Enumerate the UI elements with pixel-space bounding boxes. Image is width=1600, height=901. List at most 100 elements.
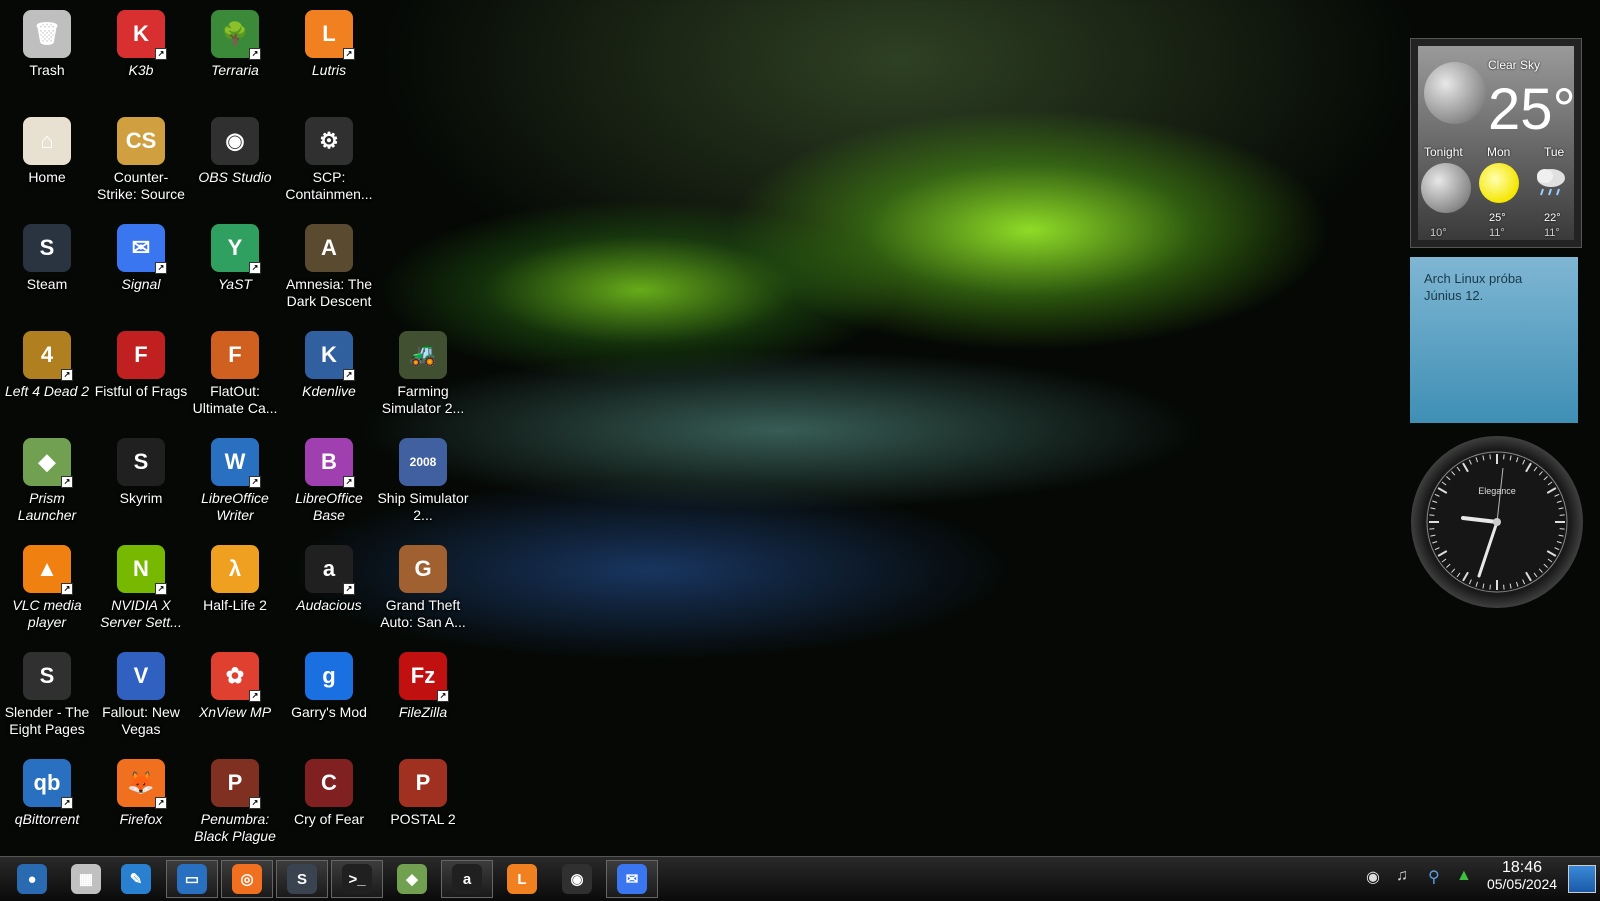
weather-widget[interactable]: Clear Sky 25° Tonight Mon Tue 25° 22° 10… <box>1410 38 1582 248</box>
desktop-icon-amnesia-the-dark-descent[interactable]: A Amnesia: The Dark Descent <box>282 224 376 310</box>
obs-studio-icon: ◉ <box>562 864 592 894</box>
desktop-icon-filezilla[interactable]: Fz ↗ FileZilla <box>376 652 470 721</box>
desktop-icon-label: Firefox <box>119 811 163 827</box>
desktop-icon-left-4-dead-2[interactable]: 4 ↗ Left 4 Dead 2 <box>0 331 94 400</box>
desktop-icon-qbittorrent[interactable]: qb ↗ qBittorrent <box>0 759 94 828</box>
shortcut-arrow-icon: ↗ <box>249 262 261 274</box>
firefox-icon: ◎ <box>232 864 262 894</box>
taskbar-app-firefox[interactable]: ◎ <box>221 860 273 898</box>
app-icon: a ↗ <box>305 545 355 595</box>
desktop-icon-postal-2[interactable]: P POSTAL 2 <box>376 759 470 828</box>
desktop-icon-trash[interactable]: 🗑 Trash <box>0 10 94 79</box>
app-icon: qb ↗ <box>23 759 73 809</box>
taskbar-app-signal[interactable]: ✉ <box>606 860 658 898</box>
sticky-note-widget[interactable]: Arch Linux próba Június 12. <box>1410 257 1578 423</box>
forecast-low-mon: 11° <box>1489 227 1505 239</box>
desktop-icon-libreoffice-base[interactable]: B ↗ LibreOffice Base <box>282 438 376 524</box>
desktop-icon-yast[interactable]: Y ↗ YaST <box>188 224 282 293</box>
desktop-icon-label: Left 4 Dead 2 <box>4 383 90 399</box>
taskbar-app-app-grid[interactable]: ▦ <box>60 860 112 898</box>
desktop-icon-vlc-media-player[interactable]: ▲ ↗ VLC media player <box>0 545 94 631</box>
desktop-icon-skyrim[interactable]: S Skyrim <box>94 438 188 507</box>
desktop-icon-terraria[interactable]: 🌳 ↗ Terraria <box>188 10 282 79</box>
desktop-icon-prism-launcher[interactable]: ◆ ↗ Prism Launcher <box>0 438 94 524</box>
analog-clock-widget[interactable]: Elegance <box>1411 436 1583 608</box>
desktop-icon-kdenlive[interactable]: K ↗ Kdenlive <box>282 331 376 400</box>
taskbar-app-application-launcher[interactable]: ● <box>6 860 58 898</box>
taskbar-app-steam[interactable]: S <box>276 860 328 898</box>
desktop-icon-counter-strike-source[interactable]: CS Counter-Strike: Source <box>94 117 188 203</box>
taskbar-app-obs-studio[interactable]: ◉ <box>551 860 603 898</box>
desktop-icon-label: Cry of Fear <box>293 811 364 827</box>
notes-app-icon: ✎ <box>121 864 151 894</box>
clock-tick <box>1559 514 1565 516</box>
desktop-icon-label: LibreOffice Writer <box>201 490 269 523</box>
taskbar: ● ▦ ✎ ▭ ◎ S >_ ◆ a L ◉ ✉ ◉ ♫ ⚲ ▲ 18:46 05/05/2024 <box>0 856 1600 901</box>
shortcut-arrow-icon: ↗ <box>249 476 261 488</box>
app-icon: ▲ ↗ <box>23 545 73 595</box>
desktop-icon-fallout-new-vegas[interactable]: V Fallout: New Vegas <box>94 652 188 738</box>
taskbar-app-notes-app[interactable]: ✎ <box>110 860 162 898</box>
app-icon: G <box>399 545 447 593</box>
taskbar-clock[interactable]: 18:46 05/05/2024 <box>1483 859 1561 893</box>
app-icon: A <box>305 224 353 272</box>
desktop-icon-steam[interactable]: S Steam <box>0 224 94 293</box>
desktop-icon-label: Garry's Mod <box>291 704 367 720</box>
forecast-low-tonight: 10° <box>1430 227 1447 239</box>
steam-tray-icon[interactable]: ◉ <box>1366 867 1380 887</box>
search-tray-icon[interactable]: ⚲ <box>1428 867 1440 887</box>
desktop-icon-signal[interactable]: ✉ ↗ Signal <box>94 224 188 293</box>
desktop-icon-penumbra-black-plague[interactable]: P ↗ Penumbra: Black Plague <box>188 759 282 845</box>
shortcut-arrow-icon: ↗ <box>61 583 73 595</box>
clock-tick <box>1503 454 1505 460</box>
desktop-icon-audacious[interactable]: a ↗ Audacious <box>282 545 376 614</box>
update-tray-icon[interactable]: ▲ <box>1456 867 1472 885</box>
desktop-icon-nvidia-x-server-sett[interactable]: N ↗ NVIDIA X Server Sett... <box>94 545 188 631</box>
desktop-icon-home[interactable]: ⌂ Home <box>0 117 94 186</box>
media-tray-icon[interactable]: ♫ <box>1396 867 1408 885</box>
taskbar-app-lutris[interactable]: L <box>496 860 548 898</box>
desktop-icon-obs-studio[interactable]: ◉ OBS Studio <box>188 117 282 186</box>
weather-temperature: 25° <box>1488 77 1576 142</box>
desktop-icon-xnview-mp[interactable]: ✿ ↗ XnView MP <box>188 652 282 721</box>
clock-brand: Elegance <box>1478 486 1516 496</box>
show-desktop-button[interactable] <box>1568 865 1596 893</box>
desktop-icon-garry-s-mod[interactable]: g Garry's Mod <box>282 652 376 721</box>
desktop-icon-slender-the-eight-pages[interactable]: S Slender - The Eight Pages <box>0 652 94 738</box>
desktop-icon-label: NVIDIA X Server Sett... <box>100 597 182 630</box>
desktop-icon-label: Farming Simulator 2... <box>381 383 465 416</box>
desktop-icon-libreoffice-writer[interactable]: W ↗ LibreOffice Writer <box>188 438 282 524</box>
desktop-icon-label: Prism Launcher <box>17 490 77 523</box>
taskbar-app-terminal[interactable]: >_ <box>331 860 383 898</box>
taskbar-app-audacious[interactable]: a <box>441 860 493 898</box>
desktop-icon-k3b[interactable]: K ↗ K3b <box>94 10 188 79</box>
desktop-icon-flatout-ultimate-ca[interactable]: F FlatOut: Ultimate Ca... <box>188 331 282 417</box>
desktop-icon-farming-simulator-2[interactable]: 🚜 Farming Simulator 2... <box>376 331 470 417</box>
desktop-icon-label: Home <box>28 169 66 185</box>
desktop-icon-scp-containmen[interactable]: ⚙ SCP: Containmen... <box>282 117 376 203</box>
taskbar-app-file-manager[interactable]: ▭ <box>166 860 218 898</box>
file-manager-icon: ▭ <box>177 864 207 894</box>
note-line-1: Arch Linux próba <box>1424 271 1523 286</box>
shortcut-arrow-icon: ↗ <box>343 48 355 60</box>
app-icon: B ↗ <box>305 438 355 488</box>
desktop-icon-fistful-of-frags[interactable]: F Fistful of Frags <box>94 331 188 400</box>
desktop-icon-label: FlatOut: Ultimate Ca... <box>192 383 278 416</box>
desktop-icon-half-life-2[interactable]: λ Half-Life 2 <box>188 545 282 614</box>
sun-icon <box>1479 163 1519 203</box>
desktop-icon-cry-of-fear[interactable]: C Cry of Fear <box>282 759 376 828</box>
taskbar-app-prism-launcher[interactable]: ◆ <box>386 860 438 898</box>
app-grid-icon: ▦ <box>71 864 101 894</box>
desktop-icon-firefox[interactable]: 🦊 ↗ Firefox <box>94 759 188 828</box>
desktop-icon-label: K3b <box>128 62 154 78</box>
desktop-icon-label: Fallout: New Vegas <box>102 704 180 737</box>
terminal-icon: >_ <box>342 864 372 894</box>
desktop-icon-ship-simulator-2[interactable]: 2008 Ship Simulator 2... <box>376 438 470 524</box>
desktop-icon-lutris[interactable]: L ↗ Lutris <box>282 10 376 79</box>
shortcut-arrow-icon: ↗ <box>155 797 167 809</box>
clock-tick <box>1503 584 1505 590</box>
signal-icon: ✉ <box>617 864 647 894</box>
shortcut-arrow-icon: ↗ <box>249 797 261 809</box>
app-icon: ✿ ↗ <box>211 652 261 702</box>
desktop-icon-grand-theft-auto-san-a[interactable]: G Grand Theft Auto: San A... <box>376 545 470 631</box>
